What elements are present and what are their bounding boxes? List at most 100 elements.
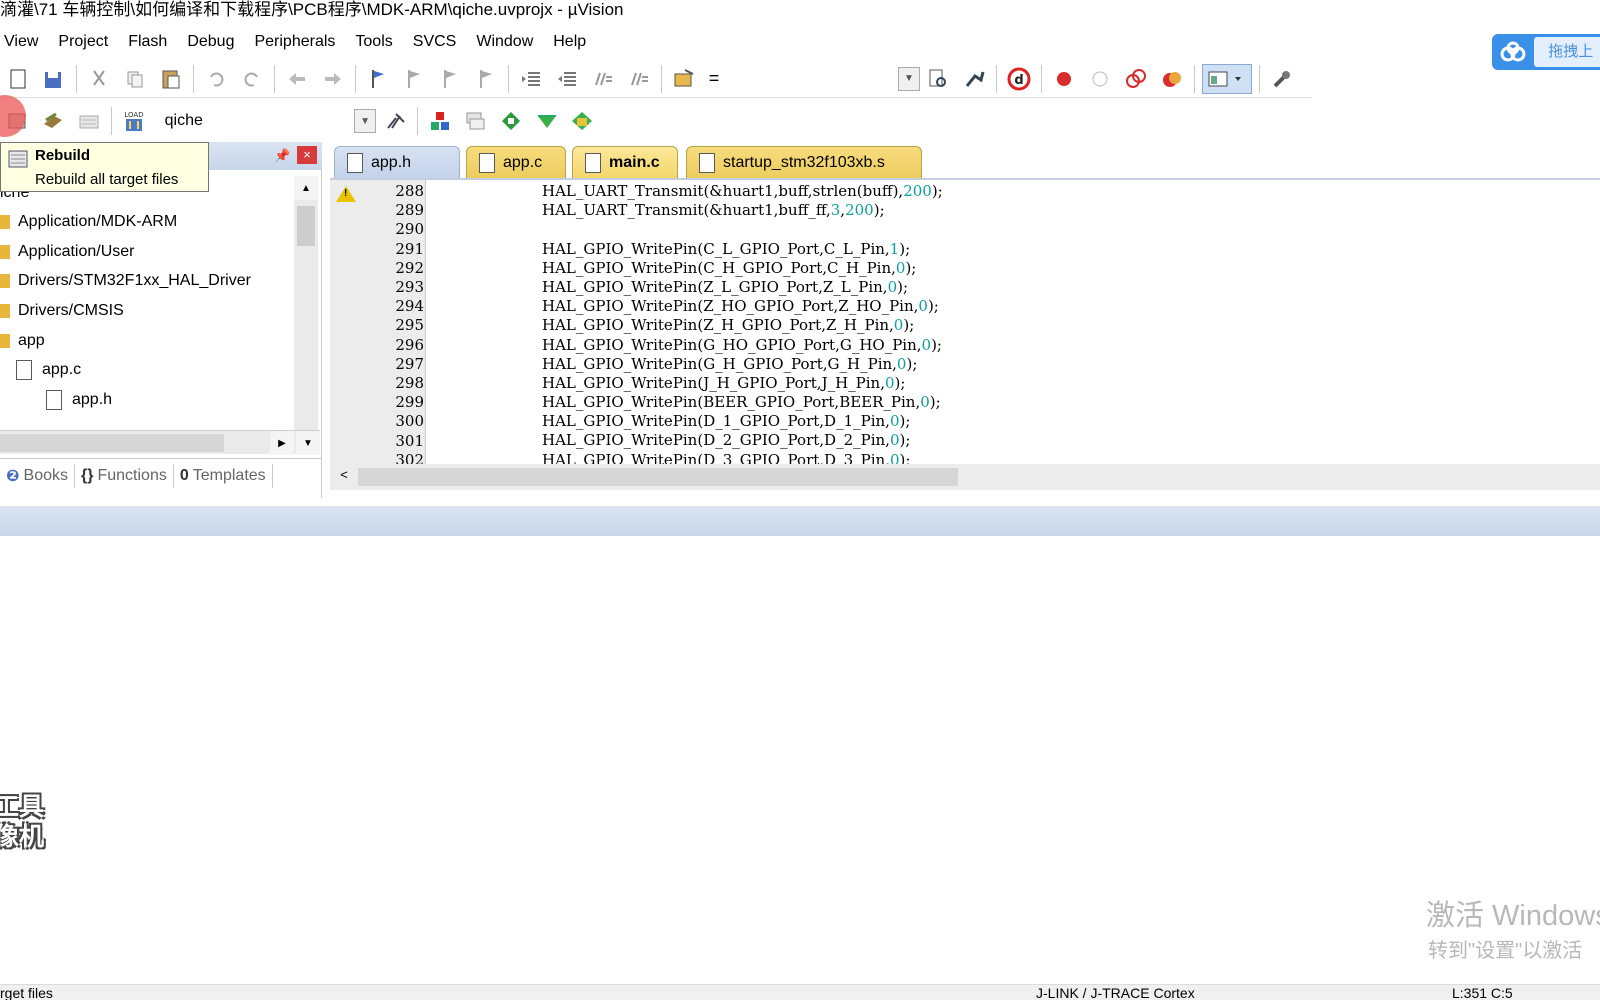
tree-item[interactable]: app.c [16, 357, 81, 383]
code-line[interactable]: HAL_UART_Transmit(&huart1,buff_ff,3,200)… [542, 201, 943, 220]
build-output-header [0, 506, 1600, 536]
navigate-back-icon[interactable] [282, 64, 312, 94]
paste-icon[interactable] [156, 64, 186, 94]
cut-icon[interactable] [84, 64, 114, 94]
tab-functions[interactable]: {} Functions [75, 463, 174, 488]
code-line[interactable]: HAL_GPIO_WritePin(BEER_GPIO_Port,BEER_Pi… [542, 393, 943, 412]
menu-view[interactable]: View [0, 28, 48, 56]
debug-session-icon[interactable]: d [1004, 64, 1034, 94]
batch-build-icon[interactable] [39, 106, 69, 136]
scroll-thumb[interactable] [0, 434, 224, 452]
insert-breakpoint-icon[interactable] [1049, 64, 1079, 94]
menu-svcs[interactable]: SVCS [403, 28, 467, 56]
line-number: 291 [395, 239, 424, 258]
tree-item[interactable]: app [0, 328, 45, 354]
clear-bookmarks-icon[interactable] [471, 64, 501, 94]
prev-bookmark-icon[interactable] [399, 64, 429, 94]
file-extensions-icon[interactable] [460, 106, 490, 136]
find-icon[interactable] [923, 64, 953, 94]
templates-icon: 0 [179, 466, 189, 484]
tree-item[interactable]: Drivers/CMSIS [0, 298, 124, 324]
project-tree-hscroll[interactable]: ▶ ▼ [0, 430, 320, 455]
pack-installer-icon[interactable] [496, 106, 526, 136]
menu-window[interactable]: Window [466, 28, 543, 56]
code-line[interactable]: HAL_GPIO_WritePin(Z_HO_GPIO_Port,Z_HO_Pi… [542, 297, 943, 316]
code-text[interactable]: HAL_UART_Transmit(&huart1,buff,strlen(bu… [542, 182, 943, 470]
project-panel: 📌 × ct: qicheicheApplication/MDK-ARMAppl… [0, 142, 322, 498]
download-load-icon[interactable]: LOAD [119, 106, 149, 136]
cloud-icon [1492, 34, 1534, 70]
menu-project[interactable]: Project [48, 28, 118, 56]
incremental-find-icon[interactable] [959, 64, 989, 94]
code-line[interactable]: HAL_GPIO_WritePin(D_2_GPIO_Port,D_2_Pin,… [542, 431, 943, 450]
tab-books[interactable]: ❷ Books [0, 463, 76, 488]
redo-icon[interactable] [237, 64, 267, 94]
code-line[interactable]: HAL_GPIO_WritePin(D_1_GPIO_Port,D_1_Pin,… [542, 412, 943, 431]
window-layout-icon[interactable] [1202, 63, 1252, 94]
tab-templates[interactable]: 0 Templates [174, 463, 273, 488]
menu-tools[interactable]: Tools [345, 28, 402, 56]
copy-icon[interactable] [120, 64, 150, 94]
toolbar-separator [508, 64, 509, 93]
target-select[interactable]: qiche ▼ [157, 106, 378, 136]
indent-icon[interactable] [516, 64, 546, 94]
stop-build-icon[interactable] [74, 106, 104, 136]
comment-icon[interactable] [588, 64, 618, 94]
line-number: 299 [395, 393, 424, 412]
disable-all-breakpoints-icon[interactable] [1121, 64, 1151, 94]
uncomment-icon[interactable] [624, 64, 654, 94]
bookmark-icon[interactable] [363, 64, 393, 94]
scroll-up-icon[interactable]: ▲ [294, 176, 318, 200]
scroll-left-icon[interactable]: < [334, 467, 354, 487]
find-in-files-icon[interactable] [669, 64, 699, 94]
code-line[interactable] [542, 220, 943, 239]
disable-breakpoint-icon[interactable] [1085, 64, 1115, 94]
scroll-right-icon[interactable]: ▶ [270, 431, 294, 455]
warning-mark: ! [344, 188, 348, 199]
menu-flash[interactable]: Flash [118, 28, 177, 56]
chevron-down-icon[interactable]: ▼ [354, 109, 377, 133]
menu-peripherals[interactable]: Peripherals [244, 28, 345, 56]
undo-icon[interactable] [201, 64, 231, 94]
new-file-icon[interactable] [3, 64, 33, 94]
rebuild-icon [8, 150, 28, 168]
tab-app-h[interactable]: app.h [334, 146, 460, 178]
close-icon[interactable]: × [297, 146, 317, 164]
configure-icon[interactable] [1267, 64, 1297, 94]
save-all-icon[interactable] [39, 64, 69, 94]
code-line[interactable]: HAL_GPIO_WritePin(Z_H_GPIO_Port,Z_H_Pin,… [542, 316, 943, 335]
cloud-upload-widget[interactable]: 拖拽上 [1492, 34, 1600, 70]
run-time-environment-icon[interactable] [567, 106, 597, 136]
code-line[interactable]: HAL_GPIO_WritePin(C_L_GPIO_Port,C_L_Pin,… [542, 240, 943, 259]
menu-help[interactable]: Help [543, 28, 596, 56]
scroll-down-icon[interactable]: ▼ [296, 431, 320, 455]
pin-icon[interactable]: 📌 [274, 148, 290, 164]
code-line[interactable]: HAL_GPIO_WritePin(G_H_GPIO_Port,G_H_Pin,… [542, 355, 943, 374]
project-tree-vscroll[interactable]: ▲ [294, 176, 318, 438]
tree-item[interactable]: Application/MDK-ARM [0, 209, 177, 235]
tree-item[interactable]: app.h [46, 387, 112, 413]
code-editor[interactable]: ! 288 289 290 291 292 293 294 295 296 297 298 299 30… [330, 178, 1600, 498]
unindent-icon[interactable] [552, 64, 582, 94]
target-options-icon[interactable] [380, 106, 410, 136]
menu-debug[interactable]: Debug [177, 28, 244, 56]
find-dropdown-button[interactable]: ▼ [898, 66, 920, 91]
code-line[interactable]: HAL_UART_Transmit(&huart1,buff,strlen(bu… [542, 182, 943, 201]
code-line[interactable]: HAL_GPIO_WritePin(Z_L_GPIO_Port,Z_L_Pin,… [542, 278, 943, 297]
tree-item[interactable]: Drivers/STM32F1xx_HAL_Driver [0, 268, 251, 294]
code-line[interactable]: HAL_GPIO_WritePin(G_HO_GPIO_Port,G_HO_Pi… [542, 336, 943, 355]
manage-project-items-icon[interactable] [425, 106, 455, 136]
navigate-forward-icon[interactable] [318, 64, 348, 94]
code-line[interactable]: HAL_GPIO_WritePin(J_H_GPIO_Port,J_H_Pin,… [542, 374, 943, 393]
select-packs-icon[interactable] [532, 106, 562, 136]
next-bookmark-icon[interactable] [435, 64, 465, 94]
tree-item[interactable]: Application/User [0, 239, 135, 265]
tab-app-c[interactable]: app.c [466, 146, 566, 178]
kill-all-breakpoints-icon[interactable] [1157, 64, 1187, 94]
tab-startup-s[interactable]: startup_stm32f103xb.s [686, 146, 922, 178]
editor-hscroll[interactable]: < [330, 464, 1600, 490]
scroll-thumb[interactable] [297, 206, 315, 246]
code-line[interactable]: HAL_GPIO_WritePin(C_H_GPIO_Port,C_H_Pin,… [542, 259, 943, 278]
scroll-thumb[interactable] [358, 468, 958, 486]
tab-main-c[interactable]: main.c [572, 146, 678, 178]
